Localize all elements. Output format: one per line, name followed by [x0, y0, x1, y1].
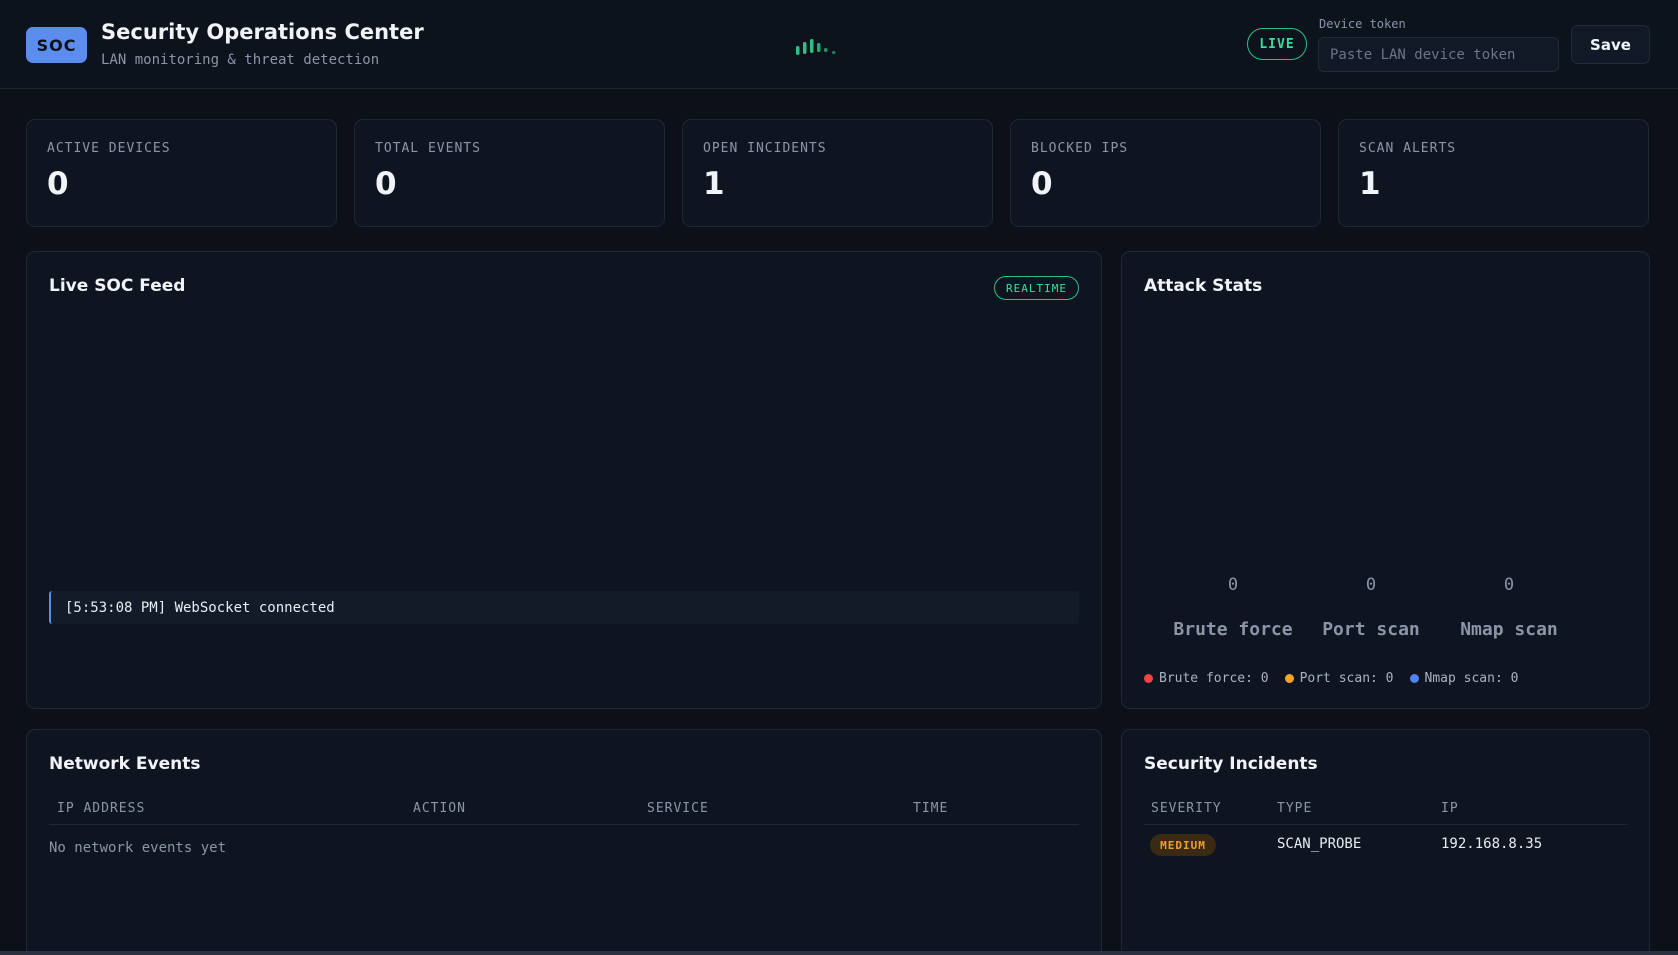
bar-value-nmap-scan: 0 [1503, 575, 1515, 595]
panel-title: Network Events [49, 754, 201, 774]
legend-text: Brute force: 0 [1159, 671, 1269, 686]
bar-label-nmap-scan: Nmap scan [1460, 619, 1558, 640]
bar-value-port-scan: 0 [1365, 575, 1377, 595]
column-header-type[interactable]: TYPE [1277, 801, 1312, 816]
stat-value: 0 [1031, 166, 1053, 202]
bottom-scrollbar-edge [0, 951, 1678, 955]
stat-value: 0 [47, 166, 69, 202]
stat-label: TOTAL EVENTS [375, 141, 481, 156]
attack-legend: Brute force: 0 Port scan: 0 Nmap scan: 0 [1144, 671, 1518, 686]
attack-stats-panel: Attack Stats 0 0 0 Brute force Port scan… [1121, 251, 1650, 709]
column-header-time[interactable]: TIME [913, 801, 948, 816]
app-title: Security Operations Center [101, 20, 424, 44]
stat-value: 0 [375, 166, 397, 202]
panel-title: Live SOC Feed [49, 276, 186, 296]
stat-card-total-events: TOTAL EVENTS 0 [354, 119, 665, 227]
stat-card-scan-alerts: SCAN ALERTS 1 [1338, 119, 1649, 227]
legend-text: Nmap scan: 0 [1424, 671, 1519, 686]
bar-value-brute-force: 0 [1227, 575, 1239, 595]
save-token-button[interactable]: Save [1571, 25, 1650, 64]
column-header-ip-address[interactable]: IP ADDRESS [57, 801, 145, 816]
feed-entry: [5:53:08 PM] WebSocket connected [49, 591, 1079, 624]
stat-card-active-devices: ACTIVE DEVICES 0 [26, 119, 337, 227]
severity-badge: MEDIUM [1150, 834, 1216, 856]
column-header-service[interactable]: SERVICE [647, 801, 709, 816]
legend-item-port-scan: Port scan: 0 [1284, 671, 1394, 686]
soc-logo: SOC [26, 27, 87, 63]
incident-type[interactable]: SCAN_PROBE [1277, 836, 1361, 852]
stat-card-open-incidents: OPEN INCIDENTS 1 [682, 119, 993, 227]
empty-state-text: No network events yet [49, 840, 227, 856]
legend-text: Port scan: 0 [1299, 671, 1394, 686]
top-header: SOC Security Operations Center LAN monit… [0, 0, 1678, 89]
realtime-badge: REALTIME [994, 276, 1079, 300]
stat-value: 1 [703, 166, 725, 202]
legend-item-nmap-scan: Nmap scan: 0 [1409, 671, 1519, 686]
stat-card-blocked-ips: BLOCKED IPS 0 [1010, 119, 1321, 227]
stat-label: OPEN INCIDENTS [703, 141, 827, 156]
activity-pulse-icon [796, 39, 836, 55]
column-header-action[interactable]: ACTION [413, 801, 466, 816]
panel-title: Security Incidents [1144, 754, 1318, 774]
bar-label-port-scan: Port scan [1322, 619, 1420, 640]
security-incidents-panel: Security Incidents SEVERITY TYPE IP MEDI… [1121, 729, 1650, 955]
network-events-panel: Network Events IP ADDRESS ACTION SERVICE… [26, 729, 1102, 955]
orange-dot-icon [1284, 674, 1294, 683]
stat-value: 1 [1359, 166, 1381, 202]
table-divider [1144, 824, 1628, 825]
device-token-input[interactable] [1318, 37, 1559, 72]
app-subtitle: LAN monitoring & threat detection [101, 52, 380, 68]
stat-label: BLOCKED IPS [1031, 141, 1129, 156]
bar-label-brute-force: Brute force [1173, 619, 1293, 640]
device-token-label: Device token [1319, 17, 1406, 31]
legend-item-brute-force: Brute force: 0 [1144, 671, 1269, 686]
live-status-badge: LIVE [1247, 28, 1307, 60]
stat-label: ACTIVE DEVICES [47, 141, 171, 156]
live-feed-panel: Live SOC Feed REALTIME [5:53:08 PM] WebS… [26, 251, 1102, 709]
column-header-severity[interactable]: SEVERITY [1151, 801, 1222, 816]
table-divider [49, 824, 1079, 825]
stat-label: SCAN ALERTS [1359, 141, 1457, 156]
incident-ip[interactable]: 192.168.8.35 [1441, 836, 1542, 852]
column-header-ip[interactable]: IP [1441, 801, 1459, 816]
panel-title: Attack Stats [1144, 276, 1263, 296]
red-dot-icon [1144, 674, 1153, 683]
blue-dot-icon [1409, 674, 1419, 683]
